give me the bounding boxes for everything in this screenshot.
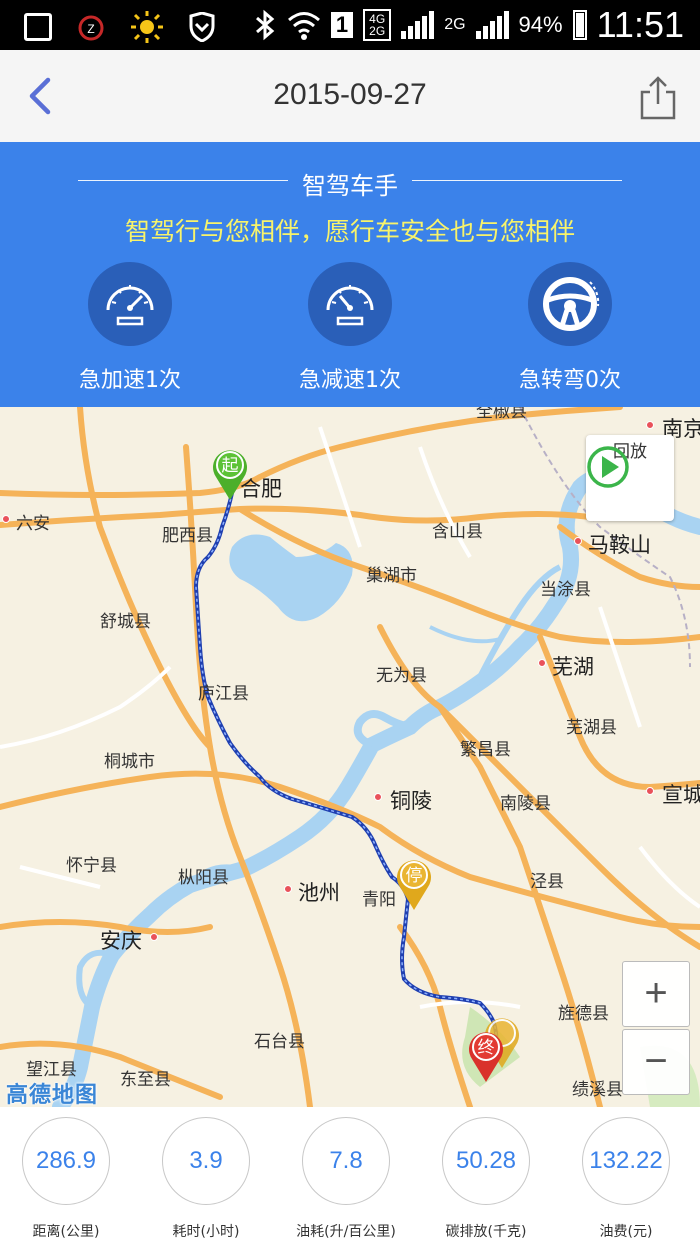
stop-pin-label: 停	[405, 866, 423, 886]
metric-label: 距离(公里)	[32, 1224, 100, 1240]
city-label: 安庆	[100, 929, 142, 953]
metric-label: 油费(元)	[599, 1224, 653, 1240]
end-pin[interactable]: 终	[466, 1029, 506, 1083]
metric-duration: 3.9 耗时(小时)	[136, 1117, 276, 1241]
stat-label: 急减速1次	[299, 368, 401, 393]
metric-fuel-consumption: 7.8 油耗(升/百公里)	[276, 1117, 416, 1241]
city-dot	[2, 515, 10, 523]
alarm-icon: Z	[78, 15, 104, 41]
city-label: 泾县	[530, 872, 564, 892]
city-label: 无为县	[376, 666, 427, 686]
sim-indicator: 1	[330, 12, 354, 38]
steering-wheel-icon	[528, 262, 612, 346]
city-label: 枞阳县	[178, 868, 229, 888]
wifi-icon	[287, 12, 320, 40]
status-left-icons: Z	[24, 10, 216, 44]
city-label: 南陵县	[500, 794, 551, 814]
battery-icon	[572, 10, 587, 40]
city-label: 东至县	[120, 1070, 171, 1090]
play-icon	[587, 446, 629, 488]
metric-value: 286.9	[22, 1117, 110, 1205]
net2-label: 2G	[444, 16, 466, 33]
city-label: 怀宁县	[66, 856, 117, 876]
city-label: 青阳	[362, 890, 396, 910]
driver-banner: 智驾车手 智驾行与您相伴，愿行车安全也与您相伴 急加速1次 急减速1次 急转弯0…	[0, 142, 700, 407]
banner-title: 智驾车手	[302, 172, 398, 200]
share-button[interactable]	[636, 74, 680, 122]
metric-fuel-cost: 132.22 油费(元)	[556, 1117, 696, 1241]
stat-label: 急加速1次	[79, 368, 181, 393]
gallery-icon	[24, 13, 52, 41]
city-label: 全椒县	[476, 407, 527, 422]
start-pin-label: 起	[221, 456, 239, 476]
banner-subtitle: 智驾行与您相伴，愿行车安全也与您相伴	[124, 217, 575, 246]
city-label: 旌德县	[558, 1004, 609, 1024]
zoom-in-button[interactable]: +	[622, 961, 690, 1027]
metric-label: 油耗(升/百公里)	[296, 1224, 396, 1240]
city-label: 绩溪县	[572, 1080, 623, 1100]
share-icon	[640, 76, 676, 120]
metric-carbon: 50.28 碳排放(千克)	[416, 1117, 556, 1241]
trip-metrics: 286.9 距离(公里) 3.9 耗时(小时) 7.8 油耗(升/百公里) 50…	[0, 1107, 700, 1244]
shield-icon	[189, 12, 215, 42]
city-label: 桐城市	[104, 752, 155, 772]
metric-value: 132.22	[582, 1117, 670, 1205]
city-label: 舒城县	[100, 612, 151, 632]
status-right-icons: 1 4G 2G 2G 94% 11:51	[253, 4, 684, 46]
network-indicator: 4G 2G	[363, 9, 392, 41]
city-label: 铜陵	[390, 789, 432, 813]
signal2-icon	[475, 11, 509, 39]
city-label: 石台县	[254, 1032, 305, 1052]
metric-value: 50.28	[442, 1117, 530, 1205]
city-label: 巢湖市	[366, 566, 417, 586]
city-dot	[374, 793, 382, 801]
city-label: 庐江县	[198, 684, 249, 704]
city-label: 马鞍山	[588, 533, 651, 557]
metric-value: 7.8	[302, 1117, 390, 1205]
net-type-bottom: 2G	[369, 24, 386, 38]
stop-pin[interactable]: 停	[394, 857, 434, 911]
header-bar: 2015-09-27	[0, 50, 700, 142]
battery-percent: 94%	[518, 12, 563, 37]
status-bar: Z 1 4G 2G 2G 94% 11:51	[0, 0, 700, 50]
city-label: 肥西县	[162, 526, 213, 546]
city-dot	[150, 933, 158, 941]
metric-distance: 286.9 距离(公里)	[0, 1117, 136, 1241]
stat-hard-acceleration: 急加速1次	[50, 262, 210, 394]
stat-label: 急转弯0次	[519, 368, 621, 393]
signal-icon	[401, 11, 435, 39]
svg-text:Z: Z	[87, 22, 94, 36]
page-title: 2015-09-27	[273, 78, 427, 111]
stat-hard-braking: 急减速1次	[270, 262, 430, 394]
zoom-out-button[interactable]: −	[622, 1029, 690, 1095]
end-pin-label: 终	[477, 1038, 495, 1058]
city-label: 池州	[298, 881, 340, 905]
metric-label: 耗时(小时)	[172, 1224, 240, 1240]
start-pin[interactable]: 起	[210, 447, 250, 501]
city-dot	[574, 537, 582, 545]
city-dot	[646, 421, 654, 429]
city-dot	[646, 787, 654, 795]
city-label: 芜湖县	[566, 718, 617, 738]
metric-label: 碳排放(千克)	[445, 1224, 527, 1240]
speedometer-icon	[88, 262, 172, 346]
bluetooth-icon	[255, 9, 275, 41]
city-label: 繁昌县	[460, 740, 511, 760]
city-label: 宣城	[662, 783, 700, 807]
city-dot	[284, 885, 292, 893]
clock: 11:51	[596, 4, 684, 45]
city-dot	[538, 659, 546, 667]
sun-icon	[131, 11, 163, 43]
city-label: 当涂县	[540, 580, 591, 600]
city-label: 芜湖	[552, 655, 594, 679]
route-map[interactable]: 六安 合肥 肥西县 含山县 南京 马鞍山 巢湖市 当涂县 舒城县 无为县 芜湖 …	[0, 407, 700, 1107]
speedometer-icon	[308, 262, 392, 346]
map-provider-logo: 高德地图	[6, 1083, 99, 1107]
stat-sharp-turn: 急转弯0次	[490, 262, 650, 394]
city-label: 六安	[16, 514, 50, 534]
replay-button[interactable]: 回放	[586, 435, 674, 521]
metric-value: 3.9	[162, 1117, 250, 1205]
city-label: 含山县	[432, 522, 483, 542]
